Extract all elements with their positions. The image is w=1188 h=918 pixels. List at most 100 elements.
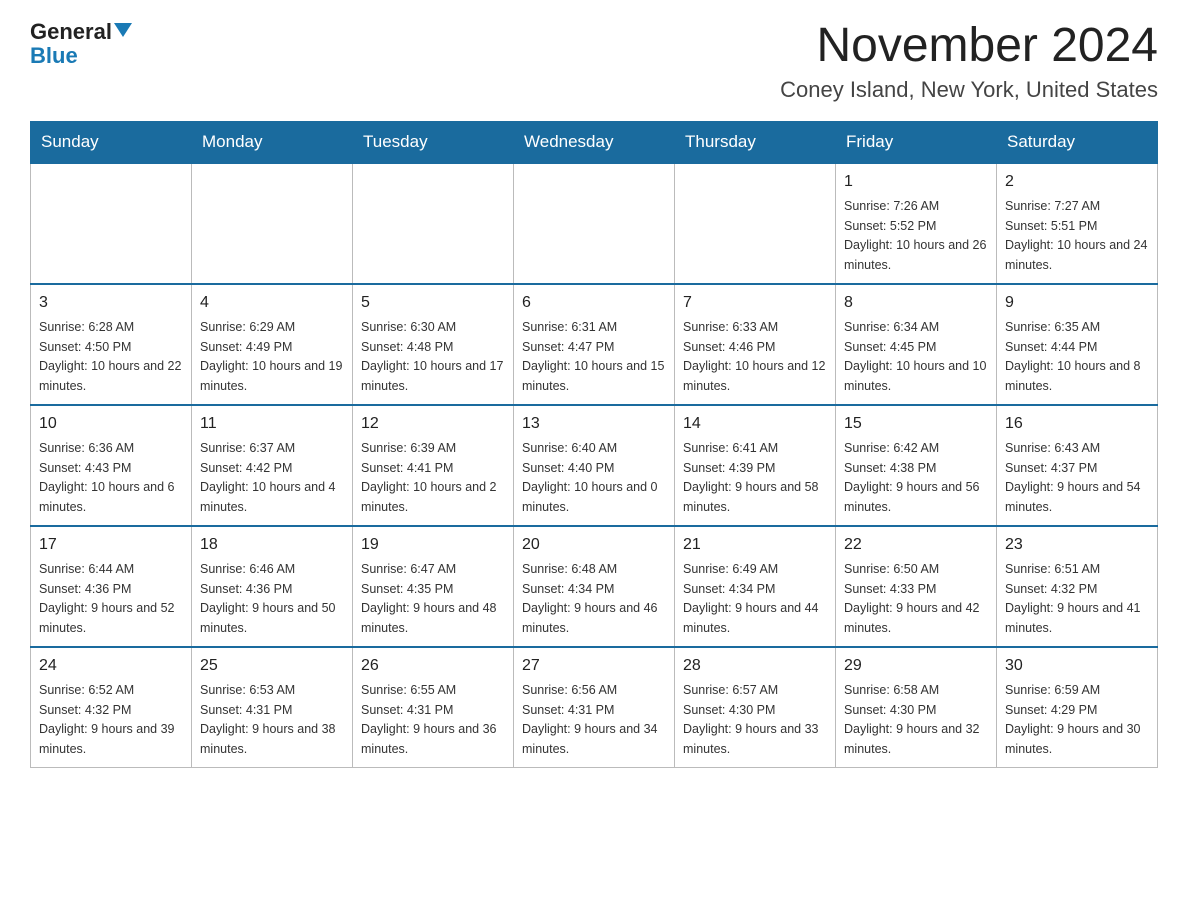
day-info: Sunrise: 6:40 AM Sunset: 4:40 PM Dayligh… — [522, 441, 658, 514]
day-number: 16 — [1005, 412, 1149, 436]
day-number: 19 — [361, 533, 505, 557]
calendar-cell: 3 Sunrise: 6:28 AM Sunset: 4:50 PM Daylig… — [31, 284, 192, 405]
day-info: Sunrise: 6:28 AM Sunset: 4:50 PM Dayligh… — [39, 320, 181, 393]
day-info: Sunrise: 6:59 AM Sunset: 4:29 PM Dayligh… — [1005, 683, 1141, 756]
calendar-cell — [192, 163, 353, 284]
header-monday: Monday — [192, 121, 353, 163]
calendar-week-row: 24 Sunrise: 6:52 AM Sunset: 4:32 PM Dayli… — [31, 647, 1158, 768]
day-number: 1 — [844, 170, 988, 194]
calendar-cell: 20 Sunrise: 6:48 AM Sunset: 4:34 PM Dayli… — [514, 526, 675, 647]
calendar-cell: 29 Sunrise: 6:58 AM Sunset: 4:30 PM Dayli… — [836, 647, 997, 768]
calendar-cell: 14 Sunrise: 6:41 AM Sunset: 4:39 PM Dayli… — [675, 405, 836, 526]
calendar-cell: 26Sunrise: 6:55 AM Sunset: 4:31 PM Dayli… — [353, 647, 514, 768]
calendar-cell: 4 Sunrise: 6:29 AM Sunset: 4:49 PM Daylig… — [192, 284, 353, 405]
day-number: 24 — [39, 654, 183, 678]
calendar-cell: 12Sunrise: 6:39 AM Sunset: 4:41 PM Dayli… — [353, 405, 514, 526]
calendar-cell: 27Sunrise: 6:56 AM Sunset: 4:31 PM Dayli… — [514, 647, 675, 768]
logo-blue: Blue — [30, 44, 78, 68]
day-info: Sunrise: 6:43 AM Sunset: 4:37 PM Dayligh… — [1005, 441, 1141, 514]
day-number: 25 — [200, 654, 344, 678]
calendar-cell: 6 Sunrise: 6:31 AM Sunset: 4:47 PM Daylig… — [514, 284, 675, 405]
day-info: Sunrise: 6:53 AM Sunset: 4:31 PM Dayligh… — [200, 683, 336, 756]
day-info: Sunrise: 6:31 AM Sunset: 4:47 PM Dayligh… — [522, 320, 664, 393]
day-info: Sunrise: 6:57 AM Sunset: 4:30 PM Dayligh… — [683, 683, 819, 756]
calendar-week-row: 17 Sunrise: 6:44 AM Sunset: 4:36 PM Dayli… — [31, 526, 1158, 647]
title-block: November 2024 Coney Island, New York, Un… — [780, 20, 1158, 103]
calendar-title: November 2024 — [780, 20, 1158, 73]
day-number: 15 — [844, 412, 988, 436]
day-info: Sunrise: 6:48 AM Sunset: 4:34 PM Dayligh… — [522, 562, 658, 635]
calendar-week-row: 1 Sunrise: 7:26 AM Sunset: 5:52 PM Daylig… — [31, 163, 1158, 284]
day-number: 5 — [361, 291, 505, 315]
day-info: Sunrise: 6:35 AM Sunset: 4:44 PM Dayligh… — [1005, 320, 1141, 393]
day-info: Sunrise: 6:41 AM Sunset: 4:39 PM Dayligh… — [683, 441, 819, 514]
day-number: 4 — [200, 291, 344, 315]
calendar-cell: 23 Sunrise: 6:51 AM Sunset: 4:32 PM Dayli… — [997, 526, 1158, 647]
day-number: 8 — [844, 291, 988, 315]
day-info: Sunrise: 6:58 AM Sunset: 4:30 PM Dayligh… — [844, 683, 980, 756]
header-thursday: Thursday — [675, 121, 836, 163]
day-number: 18 — [200, 533, 344, 557]
calendar-header-row: SundayMondayTuesdayWednesdayThursdayFrid… — [31, 121, 1158, 163]
day-info: Sunrise: 6:42 AM Sunset: 4:38 PM Dayligh… — [844, 441, 980, 514]
day-number: 7 — [683, 291, 827, 315]
day-number: 17 — [39, 533, 183, 557]
calendar-cell — [675, 163, 836, 284]
calendar-cell: 7 Sunrise: 6:33 AM Sunset: 4:46 PM Daylig… — [675, 284, 836, 405]
header-sunday: Sunday — [31, 121, 192, 163]
day-number: 3 — [39, 291, 183, 315]
calendar-cell: 19Sunrise: 6:47 AM Sunset: 4:35 PM Dayli… — [353, 526, 514, 647]
day-info: Sunrise: 6:29 AM Sunset: 4:49 PM Dayligh… — [200, 320, 342, 393]
calendar-cell: 18Sunrise: 6:46 AM Sunset: 4:36 PM Dayli… — [192, 526, 353, 647]
calendar-cell: 11Sunrise: 6:37 AM Sunset: 4:42 PM Dayli… — [192, 405, 353, 526]
calendar-subtitle: Coney Island, New York, United States — [780, 77, 1158, 103]
header-friday: Friday — [836, 121, 997, 163]
day-info: Sunrise: 6:44 AM Sunset: 4:36 PM Dayligh… — [39, 562, 175, 635]
calendar-table: SundayMondayTuesdayWednesdayThursdayFrid… — [30, 121, 1158, 768]
day-number: 21 — [683, 533, 827, 557]
header-saturday: Saturday — [997, 121, 1158, 163]
calendar-cell: 5 Sunrise: 6:30 AM Sunset: 4:48 PM Daylig… — [353, 284, 514, 405]
day-info: Sunrise: 6:34 AM Sunset: 4:45 PM Dayligh… — [844, 320, 986, 393]
calendar-cell: 30 Sunrise: 6:59 AM Sunset: 4:29 PM Dayli… — [997, 647, 1158, 768]
day-info: Sunrise: 6:49 AM Sunset: 4:34 PM Dayligh… — [683, 562, 819, 635]
day-number: 13 — [522, 412, 666, 436]
day-number: 22 — [844, 533, 988, 557]
calendar-cell: 13 Sunrise: 6:40 AM Sunset: 4:40 PM Dayli… — [514, 405, 675, 526]
day-info: Sunrise: 6:36 AM Sunset: 4:43 PM Dayligh… — [39, 441, 175, 514]
calendar-cell: 22Sunrise: 6:50 AM Sunset: 4:33 PM Dayli… — [836, 526, 997, 647]
day-number: 12 — [361, 412, 505, 436]
day-info: Sunrise: 6:30 AM Sunset: 4:48 PM Dayligh… — [361, 320, 503, 393]
day-number: 23 — [1005, 533, 1149, 557]
logo: General Blue — [30, 20, 132, 68]
day-info: Sunrise: 6:33 AM Sunset: 4:46 PM Dayligh… — [683, 320, 825, 393]
calendar-week-row: 3 Sunrise: 6:28 AM Sunset: 4:50 PM Daylig… — [31, 284, 1158, 405]
day-number: 27 — [522, 654, 666, 678]
page-header: General Blue November 2024 Coney Island,… — [30, 20, 1158, 103]
day-number: 20 — [522, 533, 666, 557]
calendar-cell: 15 Sunrise: 6:42 AM Sunset: 4:38 PM Dayli… — [836, 405, 997, 526]
calendar-cell: 21 Sunrise: 6:49 AM Sunset: 4:34 PM Dayli… — [675, 526, 836, 647]
day-number: 30 — [1005, 654, 1149, 678]
logo-general: General — [30, 20, 112, 44]
logo-triangle-icon — [114, 23, 132, 37]
day-number: 29 — [844, 654, 988, 678]
day-number: 9 — [1005, 291, 1149, 315]
calendar-cell: 17 Sunrise: 6:44 AM Sunset: 4:36 PM Dayli… — [31, 526, 192, 647]
day-number: 6 — [522, 291, 666, 315]
calendar-cell: 1 Sunrise: 7:26 AM Sunset: 5:52 PM Daylig… — [836, 163, 997, 284]
calendar-cell: 24 Sunrise: 6:52 AM Sunset: 4:32 PM Dayli… — [31, 647, 192, 768]
calendar-cell — [514, 163, 675, 284]
calendar-cell: 28 Sunrise: 6:57 AM Sunset: 4:30 PM Dayli… — [675, 647, 836, 768]
day-info: Sunrise: 7:27 AM Sunset: 5:51 PM Dayligh… — [1005, 199, 1147, 272]
calendar-cell: 25 Sunrise: 6:53 AM Sunset: 4:31 PM Dayli… — [192, 647, 353, 768]
day-number: 14 — [683, 412, 827, 436]
header-tuesday: Tuesday — [353, 121, 514, 163]
day-info: Sunrise: 7:26 AM Sunset: 5:52 PM Dayligh… — [844, 199, 986, 272]
day-info: Sunrise: 6:52 AM Sunset: 4:32 PM Dayligh… — [39, 683, 175, 756]
calendar-cell — [31, 163, 192, 284]
day-number: 28 — [683, 654, 827, 678]
day-info: Sunrise: 6:51 AM Sunset: 4:32 PM Dayligh… — [1005, 562, 1141, 635]
day-number: 11 — [200, 412, 344, 436]
header-wednesday: Wednesday — [514, 121, 675, 163]
